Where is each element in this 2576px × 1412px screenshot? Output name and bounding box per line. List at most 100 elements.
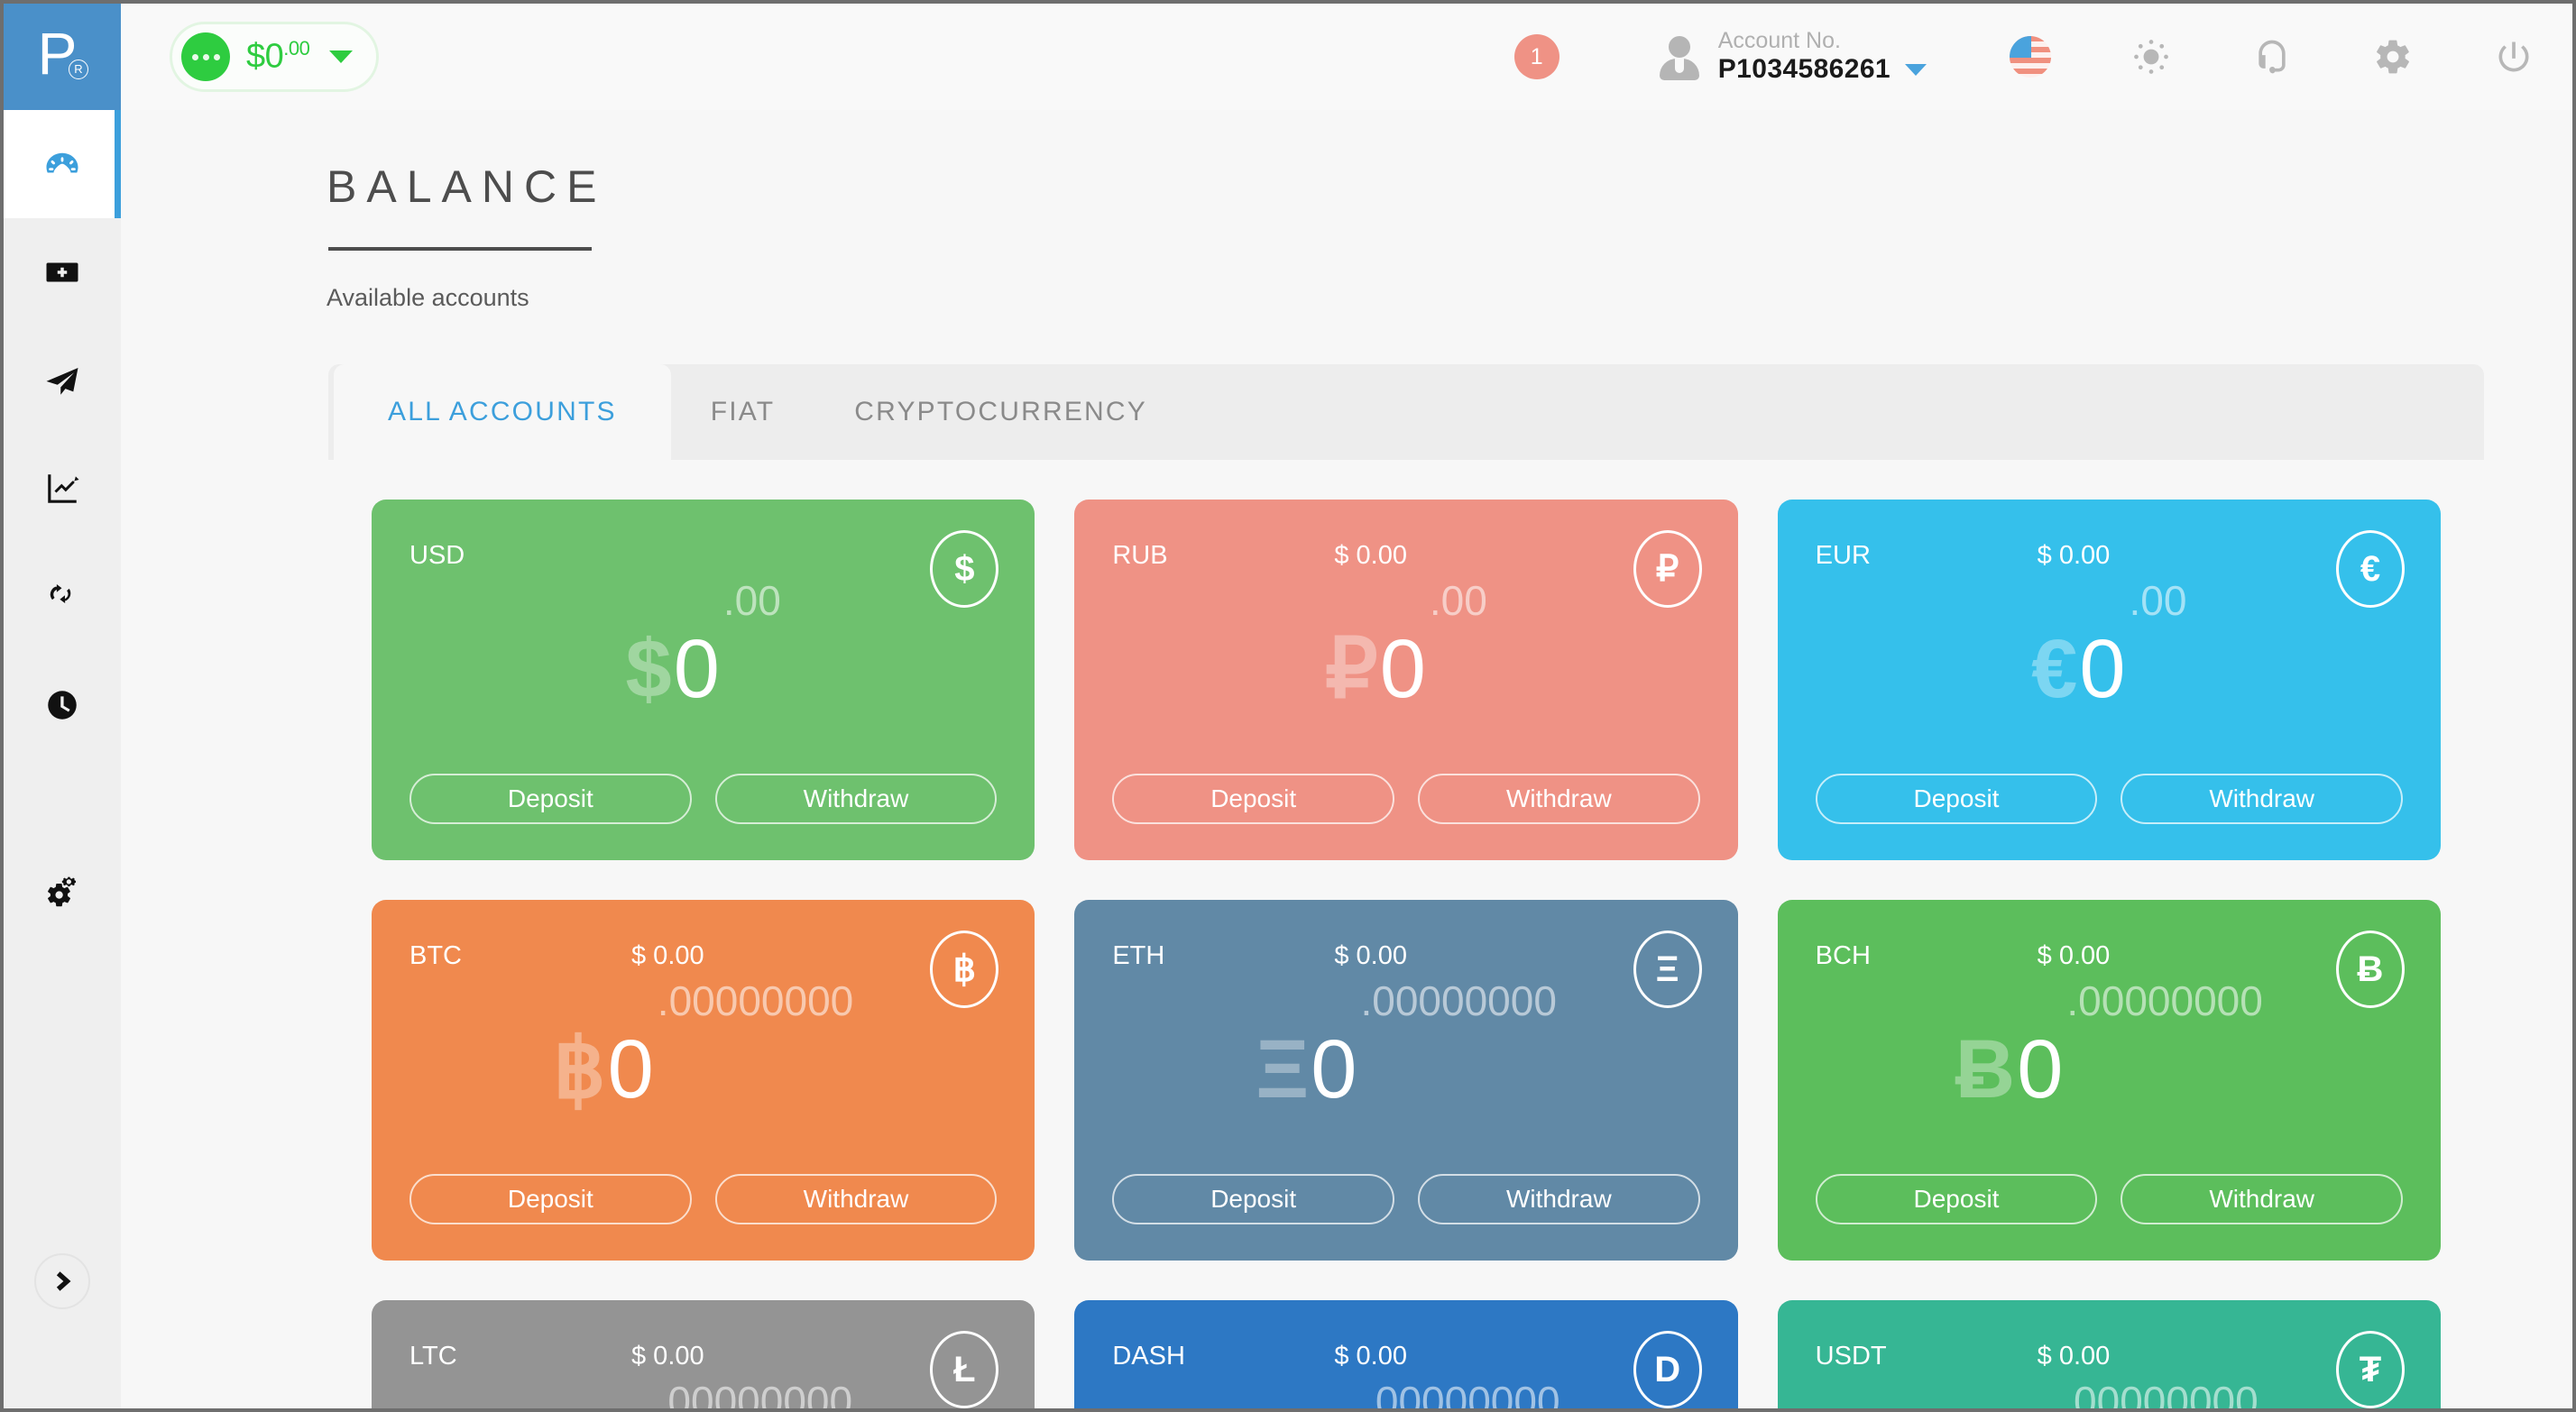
sidebar-item-settings[interactable] — [4, 839, 121, 947]
tab-cryptocurrency[interactable]: CRYPTOCURRENCY — [814, 364, 1187, 460]
paper-plane-icon — [46, 368, 78, 395]
account-card-eur[interactable]: EUR $ 0.00 € €0.00 Deposit Withdraw — [1777, 500, 2441, 860]
page-title: BALANCE — [327, 161, 607, 212]
sidebar-item-analytics[interactable] — [4, 435, 121, 543]
withdraw-button[interactable]: Withdraw — [714, 1174, 998, 1224]
card-amount-symbol: Ξ — [1256, 1022, 1310, 1115]
withdraw-button[interactable]: Withdraw — [2121, 774, 2403, 824]
tab-all-accounts[interactable]: ALL ACCOUNTS — [334, 364, 671, 460]
support-headset-icon[interactable] — [2251, 36, 2293, 78]
withdraw-button[interactable]: Withdraw — [2121, 1174, 2403, 1224]
card-amount: ₮0.00000000 — [1816, 1364, 2403, 1408]
account-card-btc[interactable]: BTC $ 0.00 ฿฿ 0.00000000 Deposit Withdraw — [372, 900, 1035, 1261]
dashboard-gauge-icon — [46, 152, 78, 173]
card-actions: Deposit Withdraw — [1112, 1174, 1700, 1224]
card-amount-symbol: Ƀ — [1955, 1022, 2016, 1115]
card-amount-symbol: ฿ — [553, 1022, 606, 1115]
account-switcher[interactable]: Account No. P1034586261 — [1659, 28, 1927, 85]
total-balance-amount: $0.00 — [246, 37, 310, 77]
card-amount: $0.00 — [409, 564, 997, 774]
card-actions: Deposit Withdraw — [1815, 1174, 2403, 1224]
brand-logo[interactable]: P R — [4, 4, 121, 110]
card-amount-integer: 0 — [1379, 622, 1426, 715]
account-label: Account No. — [1717, 28, 1841, 54]
card-amount: €0.00 — [1816, 564, 2403, 774]
card-amount: ฿ 0.00000000 — [409, 964, 997, 1174]
card-amount-decimals: .00000000 — [2066, 977, 2263, 1024]
chevron-down-icon[interactable] — [1905, 63, 1927, 76]
dash-icon: D — [1633, 1331, 1702, 1408]
withdraw-button[interactable]: Withdraw — [1418, 774, 1700, 824]
gears-icon — [48, 876, 77, 907]
tab-fiat[interactable]: FIAT — [671, 364, 815, 460]
power-icon[interactable] — [2493, 36, 2535, 78]
us-flag-icon[interactable] — [2010, 36, 2051, 78]
card-amount-decimals: .00 — [2129, 577, 2187, 624]
euro-icon: € — [2335, 530, 2405, 608]
sidebar-item-history[interactable] — [4, 651, 121, 759]
sidebar-item-add-funds[interactable] — [4, 218, 121, 326]
brightness-icon[interactable] — [2130, 36, 2172, 78]
card-amount-integer: 0 — [673, 622, 720, 715]
sidebar-item-dashboard[interactable] — [4, 110, 121, 218]
card-amount: Ł0.00000000 — [409, 1364, 997, 1408]
registered-mark-icon: R — [69, 60, 88, 79]
withdraw-button[interactable]: Withdraw — [714, 774, 998, 824]
expand-sidebar-button[interactable] — [34, 1253, 90, 1309]
chart-line-icon — [48, 474, 79, 503]
withdraw-button[interactable]: Withdraw — [1418, 1174, 1700, 1224]
account-card-ltc[interactable]: LTC$ 0.00ŁŁ0.00000000DepositWithdraw — [372, 1300, 1035, 1408]
card-actions: Deposit Withdraw — [409, 1174, 998, 1224]
card-amount-decimals: .00000000 — [656, 1378, 853, 1408]
card-actions: Deposit Withdraw — [1815, 774, 2403, 824]
card-amount: D0.00000000 — [1112, 1364, 1699, 1408]
accounts-panel: ALL ACCOUNTS FIAT CRYPTOCURRENCY USD $ $0.… — [328, 364, 2484, 1408]
page-subtitle: Available accounts — [327, 284, 529, 311]
account-card-bch[interactable]: BCH $ 0.00 Ƀ Ƀ 0.00000000 Deposit Withdraw — [1777, 900, 2441, 1261]
app-window: P R $0.00 1 Account No. P1034586261 BALA… — [4, 4, 2572, 1408]
title-underline — [328, 247, 592, 251]
deposit-button[interactable]: Deposit — [1815, 774, 2098, 824]
deposit-button[interactable]: Deposit — [1112, 774, 1394, 824]
card-amount-integer: 0 — [607, 1022, 654, 1115]
ruble-icon: ₽ — [1633, 530, 1702, 608]
balance-main: $0 — [246, 37, 284, 76]
card-amount-integer: 0 — [1311, 1022, 1357, 1115]
notification-badge[interactable]: 1 — [1513, 34, 1559, 79]
chevron-right-icon — [56, 1271, 71, 1291]
account-card-dash[interactable]: DASH$ 0.00DD0.00000000DepositWithdraw — [1074, 1300, 1738, 1408]
card-amount-integer: 0 — [2079, 622, 2126, 715]
dollar-icon: $ — [930, 530, 999, 608]
sidebar-item-exchange[interactable] — [4, 543, 121, 651]
add-card-icon — [46, 262, 78, 282]
ethereum-icon: Ξ — [1633, 931, 1702, 1008]
balance-cents: .00 — [283, 37, 310, 60]
card-amount-symbol: € — [2031, 622, 2078, 715]
account-card-usd[interactable]: USD $ $0.00 Deposit Withdraw — [372, 500, 1035, 860]
deposit-button[interactable]: Deposit — [409, 774, 692, 824]
card-amount-decimals: .00000000 — [1364, 1378, 1560, 1408]
chevron-down-icon[interactable] — [329, 50, 354, 63]
app-header: P R $0.00 1 Account No. P1034586261 — [4, 4, 2572, 110]
app-body: BALANCE Available accounts ALL ACCOUNTS … — [4, 110, 2572, 1408]
card-amount: Ƀ 0.00000000 — [1816, 964, 2403, 1174]
account-card-rub[interactable]: RUB $ 0.00 ₽ ₽0.00 Deposit Withdraw — [1074, 500, 1738, 860]
card-amount-decimals: .00 — [1429, 577, 1487, 624]
ellipsis-icon — [181, 32, 230, 81]
deposit-button[interactable]: Deposit — [1815, 1174, 2098, 1224]
account-card-usdt[interactable]: USDT$ 0.00₮₮0.00000000DepositWithdraw — [1777, 1300, 2441, 1408]
deposit-button[interactable]: Deposit — [1112, 1174, 1394, 1224]
total-balance-pill[interactable]: $0.00 — [170, 22, 380, 92]
card-actions: Deposit Withdraw — [409, 774, 998, 824]
gear-icon[interactable] — [2372, 36, 2414, 78]
card-actions: Deposit Withdraw — [1112, 774, 1700, 824]
card-amount-symbol: $ — [625, 622, 672, 715]
accounts-cards-area: USD $ $0.00 Deposit Withdraw RUB $ 0.00 ₽ ₽0.00 D… — [328, 460, 2484, 1408]
account-card-eth[interactable]: ETH $ 0.00 Ξ Ξ 0.00000000 Deposit Withdraw — [1074, 900, 1738, 1261]
card-amount-symbol: ₽ — [1325, 622, 1378, 715]
accounts-grid: USD $ $0.00 Deposit Withdraw RUB $ 0.00 ₽ ₽0.00 D… — [372, 500, 2441, 1408]
deposit-button[interactable]: Deposit — [409, 1174, 692, 1224]
bitcoin-cash-icon: Ƀ — [2335, 931, 2405, 1008]
sidebar-item-send[interactable] — [4, 326, 121, 435]
sidebar-nav — [4, 110, 121, 1408]
